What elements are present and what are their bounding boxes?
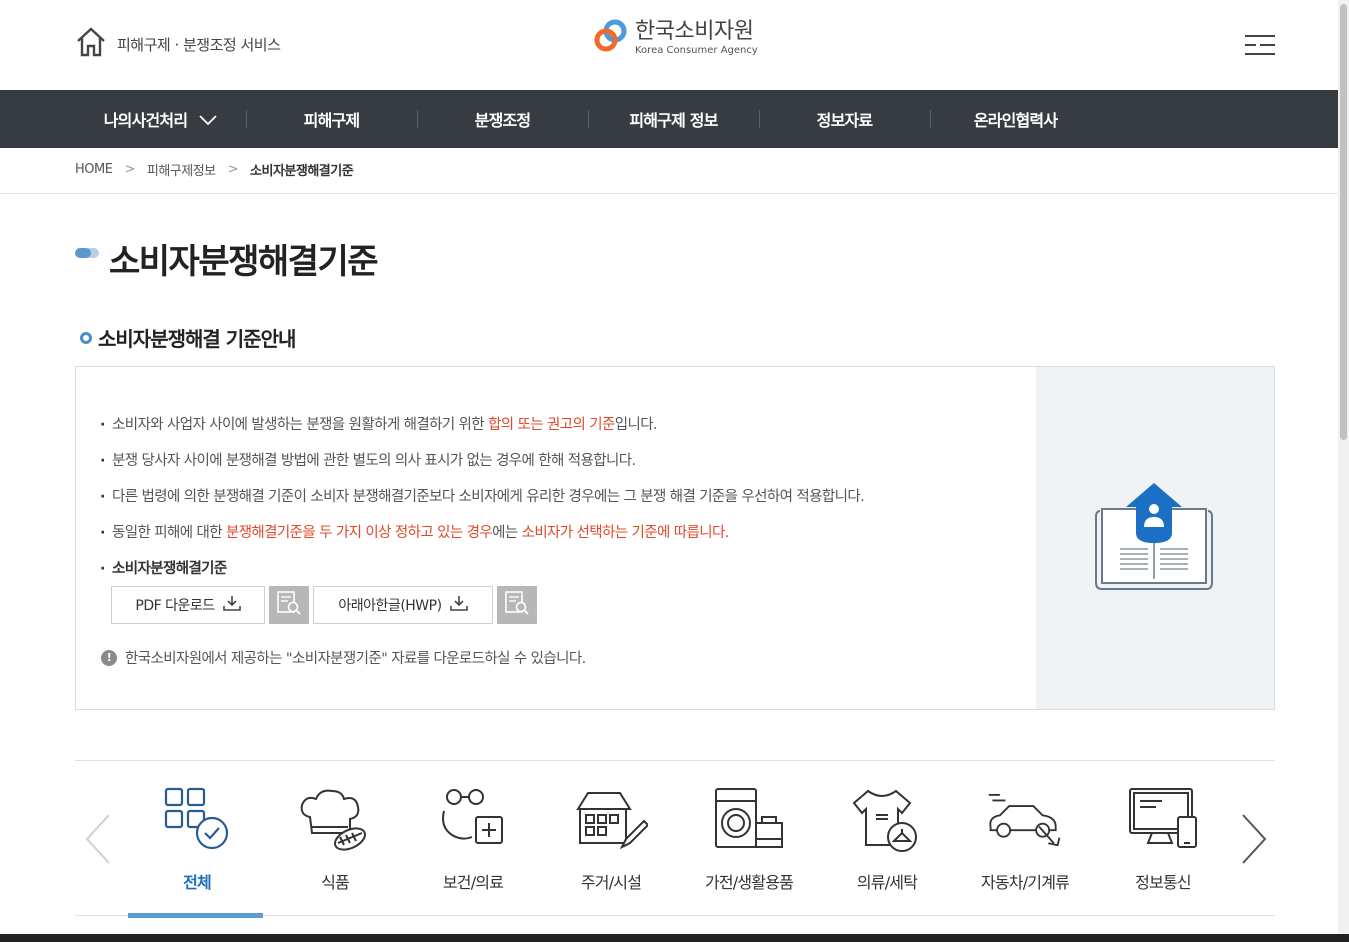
category-label: 자동차/기계류 xyxy=(980,873,1070,892)
slider-prev-button[interactable] xyxy=(83,813,113,865)
download-notice: ! 한국소비자원에서 제공하는 "소비자분쟁기준" 자료를 다운로드하실 수 있… xyxy=(101,647,586,668)
nav-item-label: 정보자료 xyxy=(816,111,873,130)
breadcrumb-home[interactable]: HOME xyxy=(75,162,113,177)
hwp-download-button[interactable]: 아래아한글(HWP) xyxy=(313,586,493,624)
car-icon xyxy=(985,783,1065,857)
exclamation-icon: ! xyxy=(101,649,117,666)
info-item-heading: 소비자분쟁해결기준 xyxy=(100,551,864,587)
pdf-download-label: PDF 다운로드 xyxy=(135,598,215,614)
nav-item-label: 분쟁조정 xyxy=(474,111,531,130)
page-scrollbar[interactable] xyxy=(1338,0,1349,934)
computer-icon xyxy=(1123,783,1203,857)
appliance-icon xyxy=(709,783,789,857)
menu-icon[interactable] xyxy=(1245,34,1275,56)
chevron-down-icon xyxy=(199,110,217,129)
site-logo[interactable]: 한국소비자원 Korea Consumer Agency xyxy=(593,18,758,58)
nav-item-label: 나의사건처리 xyxy=(103,111,188,130)
logo-mark-icon xyxy=(593,18,629,58)
home-icon xyxy=(75,27,107,61)
grid-check-icon xyxy=(157,783,237,857)
category-label: 보건/의료 xyxy=(442,873,504,892)
section-title-block: 소비자분쟁해결 기준안내 xyxy=(80,323,296,352)
category-slider: 전체 식품 보건/의료 주거/시설 가전/생활용품 의류/세탁 자동차/기계류 … xyxy=(75,760,1275,918)
category-housing[interactable]: 주거/시설 xyxy=(542,761,680,917)
category-food[interactable]: 식품 xyxy=(266,761,404,917)
category-vehicle[interactable]: 자동차/기계류 xyxy=(956,761,1094,917)
home-link-label: 피해구제 · 분쟁조정 서비스 xyxy=(117,35,281,54)
category-label: 식품 xyxy=(321,873,350,892)
download-row: PDF 다운로드 아래아한글(HWP) xyxy=(111,586,537,624)
nav-item-relief-info[interactable]: 피해구제 정보 xyxy=(588,90,759,148)
category-label: 전체 xyxy=(183,873,212,892)
pdf-download-button[interactable]: PDF 다운로드 xyxy=(111,586,265,624)
category-telecom[interactable]: 정보통신 xyxy=(1094,761,1232,917)
home-link[interactable]: 피해구제 · 분쟁조정 서비스 xyxy=(75,27,281,61)
hwp-download-label: 아래아한글(HWP) xyxy=(338,598,442,614)
info-list: 소비자와 사업자 사이에 발생하는 분쟁을 원활하게 해결하기 위한 합의 또는… xyxy=(100,407,865,587)
breadcrumb-separator: > xyxy=(227,162,239,177)
info-box: 소비자와 사업자 사이에 발생하는 분쟁을 원활하게 해결하기 위한 합의 또는… xyxy=(75,366,1275,710)
category-label: 주거/시설 xyxy=(580,873,642,892)
nav-item-label: 피해구제 xyxy=(303,111,360,130)
scrollbar-thumb[interactable] xyxy=(1340,4,1347,440)
nav-item-label: 피해구제 정보 xyxy=(629,111,718,130)
site-header: 피해구제 · 분쟁조정 서비스 한국소비자원 Korea Consumer Ag… xyxy=(0,0,1338,90)
title-bullet-icon xyxy=(75,248,99,258)
page-title-block: 소비자분쟁해결기준 xyxy=(75,240,379,284)
nav-item-my-case[interactable]: 나의사건처리 xyxy=(75,90,246,148)
download-icon xyxy=(222,595,241,615)
info-illustration-panel xyxy=(1036,367,1274,709)
notice-text: 한국소비자원에서 제공하는 "소비자분쟁기준" 자료를 다운로드하실 수 있습니… xyxy=(125,651,586,667)
category-label: 의류/세탁 xyxy=(856,873,918,892)
category-health[interactable]: 보건/의료 xyxy=(404,761,542,917)
logo-korean: 한국소비자원 xyxy=(635,19,754,44)
info-item: 다른 법령에 의한 분쟁해결 기준이 소비자 분쟁해결기준보다 소비자에게 유리… xyxy=(100,479,865,515)
slider-next-button[interactable] xyxy=(1239,813,1269,865)
nav-item-mediation[interactable]: 분쟁조정 xyxy=(417,90,588,148)
nav-item-online-partners[interactable]: 온라인협력사 xyxy=(930,90,1101,148)
category-label: 가전/생활용품 xyxy=(704,873,794,892)
hwp-preview-button[interactable] xyxy=(497,586,537,624)
breadcrumb-divider xyxy=(0,193,1338,194)
circle-bullet-icon xyxy=(80,331,92,344)
breadcrumb: HOME > 피해구제정보 > 소비자분쟁해결기준 xyxy=(75,160,354,179)
document-search-icon xyxy=(276,590,302,620)
nav-item-relief[interactable]: 피해구제 xyxy=(246,90,417,148)
info-item: 동일한 피해에 대한 분쟁해결기준을 두 가지 이상 정하고 있는 경우에는 소… xyxy=(100,515,864,551)
category-label: 정보통신 xyxy=(1135,873,1191,892)
house-icon xyxy=(571,783,651,857)
footer-edge xyxy=(0,934,1349,942)
category-clothing[interactable]: 의류/세탁 xyxy=(818,761,956,917)
breadcrumb-current: 소비자분쟁해결기준 xyxy=(250,164,354,179)
document-upload-illustration-icon xyxy=(1094,479,1214,599)
document-search-icon xyxy=(504,590,530,620)
download-icon xyxy=(449,595,468,615)
section-title: 소비자분쟁해결 기준안내 xyxy=(98,327,296,351)
breadcrumb-level1[interactable]: 피해구제정보 xyxy=(147,160,216,179)
breadcrumb-separator: > xyxy=(124,162,135,177)
page-title: 소비자분쟁해결기준 xyxy=(109,242,379,282)
nav-item-resources[interactable]: 정보자료 xyxy=(759,90,930,148)
chef-hat-icon xyxy=(295,783,375,857)
medical-icon xyxy=(433,783,513,857)
pdf-preview-button[interactable] xyxy=(269,586,309,624)
clothing-icon xyxy=(847,783,927,857)
category-all[interactable]: 전체 xyxy=(128,761,266,918)
category-list: 전체 식품 보건/의료 주거/시설 가전/생활용품 의류/세탁 자동차/기계류 … xyxy=(128,761,1232,918)
nav-item-label: 온라인협력사 xyxy=(973,111,1058,130)
logo-english: Korea Consumer Agency xyxy=(635,45,758,56)
info-item: 분쟁 당사자 사이에 분쟁해결 방법에 관한 별도의 의사 표시가 없는 경우에… xyxy=(100,443,864,479)
category-appliance[interactable]: 가전/생활용품 xyxy=(680,761,818,917)
main-navigation: 나의사건처리 피해구제 분쟁조정 피해구제 정보 정보자료 온라인협력사 xyxy=(0,90,1338,148)
info-item: 소비자와 사업자 사이에 발생하는 분쟁을 원활하게 해결하기 위한 합의 또는… xyxy=(100,407,864,443)
